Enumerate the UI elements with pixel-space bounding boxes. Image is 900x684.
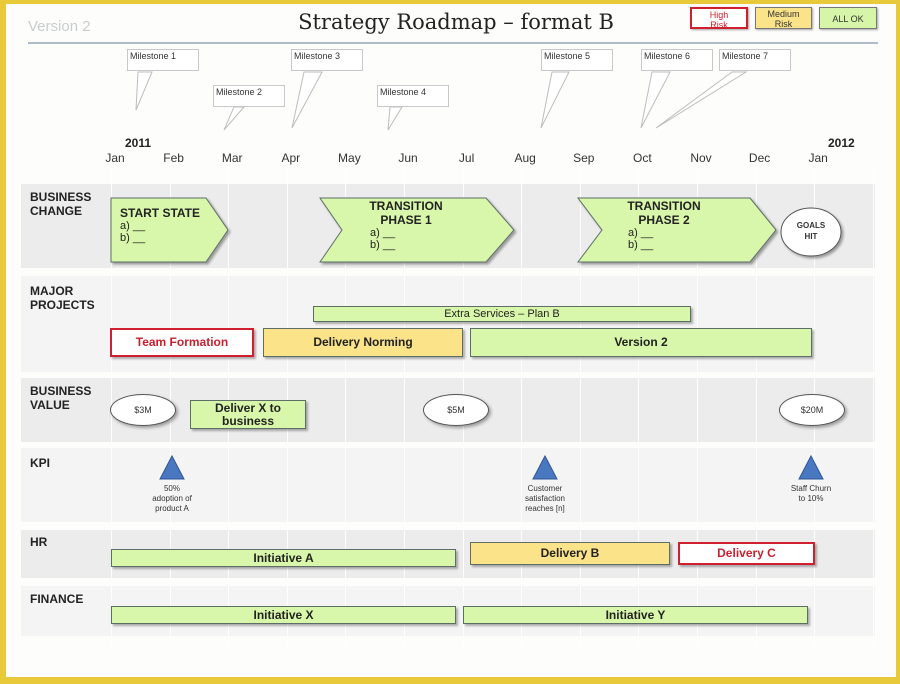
start-state-item-b: b) __ [120, 232, 146, 244]
kpi-triangle-icon [159, 454, 185, 480]
bar-delivery-c: Delivery C [678, 542, 815, 565]
kpi-line: reaches [n] [525, 504, 565, 513]
bar-extra-services: Extra Services – Plan B [313, 306, 691, 322]
milestone-4: Milestone 4 [377, 85, 449, 107]
kpi-line: Staff Churn [790, 484, 832, 493]
kpi-triangle-icon [532, 454, 558, 480]
bar-initiative-y: Initiative Y [463, 606, 808, 624]
milestone-3: Milestone 3 [291, 49, 363, 71]
milestone-6-pointer [640, 71, 671, 129]
month-label: Sep [573, 151, 595, 165]
row-label-line1: BUSINESS [30, 384, 92, 398]
transition-phase-1: TRANSITION PHASE 1 a) __ b) __ [360, 199, 452, 251]
goals-hit: GOALS HIT [781, 220, 841, 242]
bar-team-formation: Team Formation [110, 328, 254, 357]
kpi-line: satisfaction [524, 494, 566, 503]
value-20m: $20M [779, 394, 845, 426]
row-label-hr: HR [30, 535, 48, 549]
phase-1-item-b: b) __ [370, 239, 396, 251]
kpi-adoption: 50% adoption of product A [137, 484, 207, 514]
month-label: Jun [398, 151, 418, 165]
month-label: Feb [163, 151, 184, 165]
row-label-business-value: BUSINESS VALUE [30, 384, 91, 412]
row-label-major-projects: MAJOR PROJECTS [30, 284, 95, 312]
goals-hit-line1: GOALS [796, 221, 826, 230]
phase-2-title-line1: TRANSITION [627, 199, 701, 213]
milestone-5: Milestone 5 [541, 49, 613, 71]
month-label: Nov [690, 151, 712, 165]
start-year: 2011 [125, 136, 152, 150]
transition-phase-2: TRANSITION PHASE 2 a) __ b) __ [618, 199, 710, 251]
phase-1-item-a: a) __ [370, 227, 396, 239]
month-label: Jul [458, 151, 475, 165]
milestone-5-pointer [540, 71, 570, 129]
milestone-4-pointer [387, 106, 403, 131]
bar-initiative-x: Initiative X [111, 606, 456, 624]
bar-delivery-norming: Delivery Norming [263, 328, 463, 357]
milestone-7: Milestone 7 [719, 49, 791, 71]
month-label: Jan [808, 151, 828, 165]
phase-2-item-a: a) __ [628, 227, 654, 239]
milestone-2: Milestone 2 [213, 85, 285, 107]
phase-1-title-line1: TRANSITION [369, 199, 443, 213]
kpi-triangle-icon [798, 454, 824, 480]
kpi-staff-churn: Staff Churn to 10% [776, 484, 846, 504]
deliver-x-line2: business [221, 414, 275, 428]
value-3m: $3M [110, 394, 176, 426]
milestone-3-pointer [291, 71, 323, 129]
kpi-markers [159, 454, 824, 480]
start-state-title: START STATE [120, 206, 200, 220]
phase-1-title-line2: PHASE 1 [380, 213, 432, 227]
bar-delivery-b: Delivery B [470, 542, 670, 565]
kpi-customer-satisfaction: Customer satisfaction reaches [n] [510, 484, 580, 514]
deliver-x-box: Deliver X to business [190, 400, 306, 429]
row-label-line2: PROJECTS [30, 298, 95, 312]
row-label-finance: FINANCE [30, 592, 84, 606]
value-5m: $5M [423, 394, 489, 426]
kpi-line: adoption of [152, 494, 192, 503]
bar-version-2: Version 2 [470, 328, 812, 357]
milestone-7-pointer [655, 71, 748, 129]
bar-initiative-a: Initiative A [111, 549, 456, 567]
month-label: Oct [633, 151, 652, 165]
row-label-line1: MAJOR [30, 284, 74, 298]
phase-2-title-line2: PHASE 2 [638, 213, 690, 227]
goals-hit-line2: HIT [804, 232, 818, 241]
month-label: May [338, 151, 361, 165]
roadmap-page: Version 2 Strategy Roadmap – format B Hi… [6, 4, 896, 677]
milestone-2-pointer [223, 106, 246, 131]
month-label: Jan [105, 151, 125, 165]
row-label-line2: VALUE [30, 398, 70, 412]
start-state-item-a: a) __ [120, 220, 146, 232]
end-year: 2012 [828, 136, 855, 150]
kpi-line: to 10% [798, 494, 824, 503]
month-label: Aug [514, 151, 536, 165]
month-label: Mar [221, 151, 243, 165]
milestone-1-pointer [135, 71, 153, 111]
milestone-pointers [135, 71, 748, 131]
kpi-line: Customer [527, 484, 563, 493]
kpi-line: 50% [163, 484, 180, 493]
kpi-line: product A [155, 504, 189, 513]
band-major-projects [21, 276, 875, 372]
month-label: Apr [281, 151, 301, 165]
month-label: Dec [748, 151, 771, 165]
start-state: START STATE a) __ b) __ [120, 206, 200, 244]
milestone-6: Milestone 6 [641, 49, 713, 71]
milestone-1: Milestone 1 [127, 49, 199, 71]
phase-2-item-b: b) __ [628, 239, 654, 251]
